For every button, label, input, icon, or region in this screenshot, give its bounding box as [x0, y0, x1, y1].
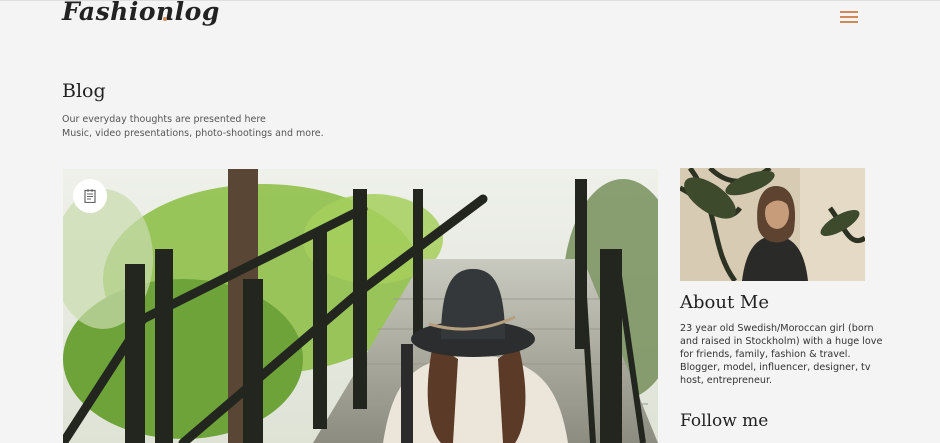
page-title: Blog [62, 80, 106, 102]
page-description: Our everyday thoughts are presented here… [62, 113, 324, 140]
about-line: for friends, family, fashion & travel. [680, 349, 851, 360]
post-format-badge[interactable] [73, 179, 107, 213]
about-me-text: 23 year old Swedish/Moroccan girl (born … [680, 322, 883, 387]
description-line: Music, video presentations, photo-shooti… [62, 127, 324, 139]
about-line: and raised in Stockholm) with a huge lov… [680, 336, 883, 347]
follow-me-heading: Follow me [680, 411, 769, 431]
about-me-heading: About Me [680, 292, 769, 313]
menu-line [840, 16, 858, 18]
menu-line [840, 11, 858, 13]
featured-photo [63, 169, 658, 443]
about-line: 23 year old Swedish/Moroccan girl (born [680, 323, 874, 334]
description-line: Our everyday thoughts are presented here [62, 114, 266, 125]
featured-post-image[interactable] [63, 169, 658, 443]
logo-accent-dot [163, 17, 167, 21]
hamburger-icon[interactable] [840, 9, 858, 25]
menu-line [840, 21, 858, 23]
about-line: host, entrepreneur. [680, 375, 773, 386]
document-icon [84, 189, 96, 203]
about-line: Blogger, model, influencer, designer, tv [680, 362, 871, 373]
about-me-photo [680, 168, 865, 281]
portrait-photo [680, 168, 865, 281]
site-logo[interactable]: Fashionlog [62, 0, 220, 26]
